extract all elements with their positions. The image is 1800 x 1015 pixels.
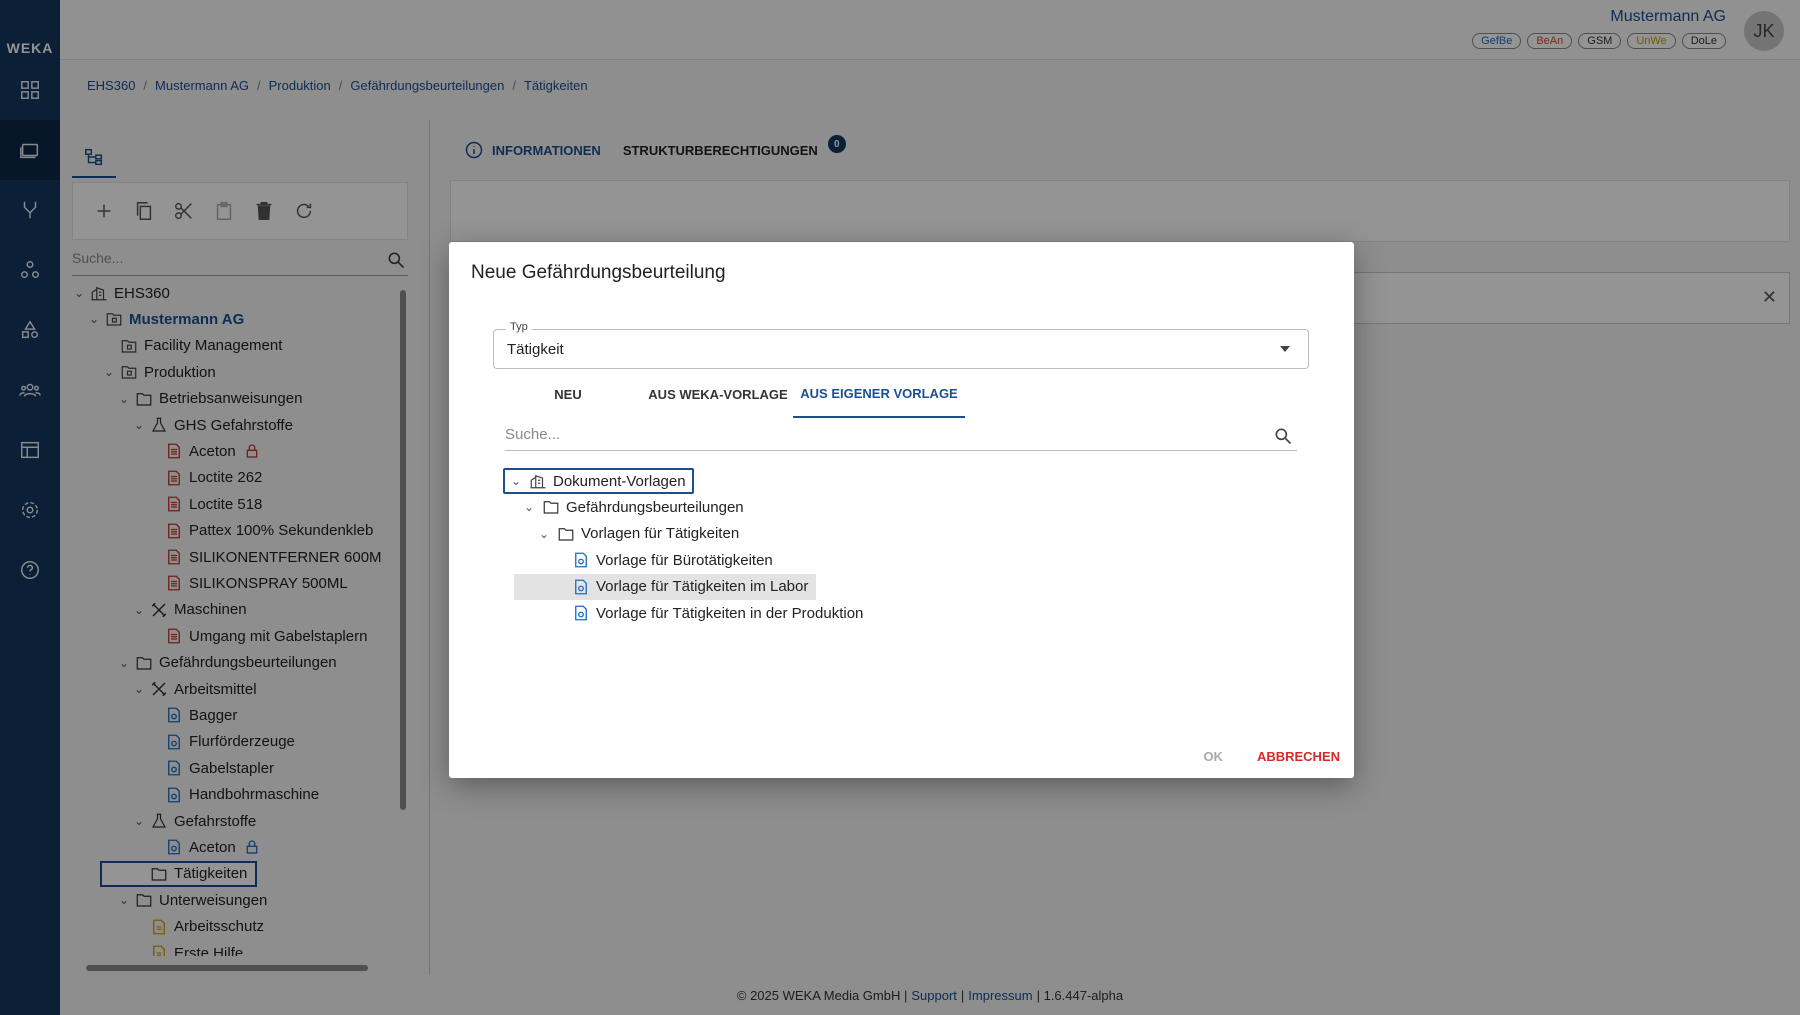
template-tree-node[interactable]: ⌄ Gefährdungsbeurteilungen <box>524 494 744 520</box>
building-icon <box>530 474 546 489</box>
tab-aus-weka-vorlage[interactable]: AUS WEKA-VORLAGE <box>643 370 793 418</box>
template-tree-node[interactable]: Vorlage für Tätigkeiten im Labor <box>514 573 817 600</box>
template-tree-node[interactable]: Vorlage für Tätigkeiten in der Produktio… <box>554 600 863 626</box>
template-search-input[interactable]: Suche... <box>505 417 1297 451</box>
template-tree-node[interactable]: ⌄ Vorlagen für Tätigkeiten <box>539 521 739 547</box>
blue-doc-icon <box>575 552 587 568</box>
template-tree-node[interactable]: ⌄ Dokument-Vorlagen <box>503 468 694 494</box>
tree-node-label: Vorlage für Tätigkeiten im Labor <box>596 578 809 596</box>
cancel-button[interactable]: ABBRECHEN <box>1257 749 1340 764</box>
tree-node-label: Vorlagen für Tätigkeiten <box>581 525 740 543</box>
typ-label: Typ <box>506 321 532 333</box>
ok-button[interactable]: OK <box>1203 749 1223 764</box>
chevron-down-icon[interactable]: ⌄ <box>524 500 538 514</box>
tab-neu[interactable]: NEU <box>493 370 643 418</box>
chevron-down-icon[interactable]: ⌄ <box>511 474 525 488</box>
folder-icon <box>558 527 574 541</box>
new-assessment-dialog: Neue Gefährdungsbeurteilung Typ Tätigkei… <box>449 242 1354 778</box>
caret-down-icon <box>1280 346 1290 352</box>
search-icon[interactable] <box>1273 426 1293 446</box>
blue-doc-icon <box>575 579 587 595</box>
tree-node-label: Vorlage für Tätigkeiten in der Produktio… <box>596 604 864 622</box>
tree-node-label: Dokument-Vorlagen <box>553 472 686 490</box>
tab-aus-eigener-vorlage[interactable]: AUS EIGENER VORLAGE <box>793 370 965 418</box>
template-tree-node[interactable]: Vorlage für Bürotätigkeiten <box>554 547 773 573</box>
chevron-down-icon[interactable]: ⌄ <box>539 527 553 541</box>
dialog-tabs: NEU AUS WEKA-VORLAGE AUS EIGENER VORLAGE <box>493 370 965 418</box>
typ-select[interactable]: Typ Tätigkeit <box>493 321 1309 369</box>
typ-value: Tätigkeit <box>507 341 564 358</box>
tree-node-label: Vorlage für Bürotätigkeiten <box>596 551 773 569</box>
folder-icon <box>543 501 559 514</box>
tree-node-label: Gefährdungsbeurteilungen <box>566 498 744 516</box>
dialog-title: Neue Gefährdungsbeurteilung <box>471 262 726 283</box>
blue-doc-icon <box>575 605 587 621</box>
dialog-actions: OK ABBRECHEN <box>1203 749 1340 764</box>
